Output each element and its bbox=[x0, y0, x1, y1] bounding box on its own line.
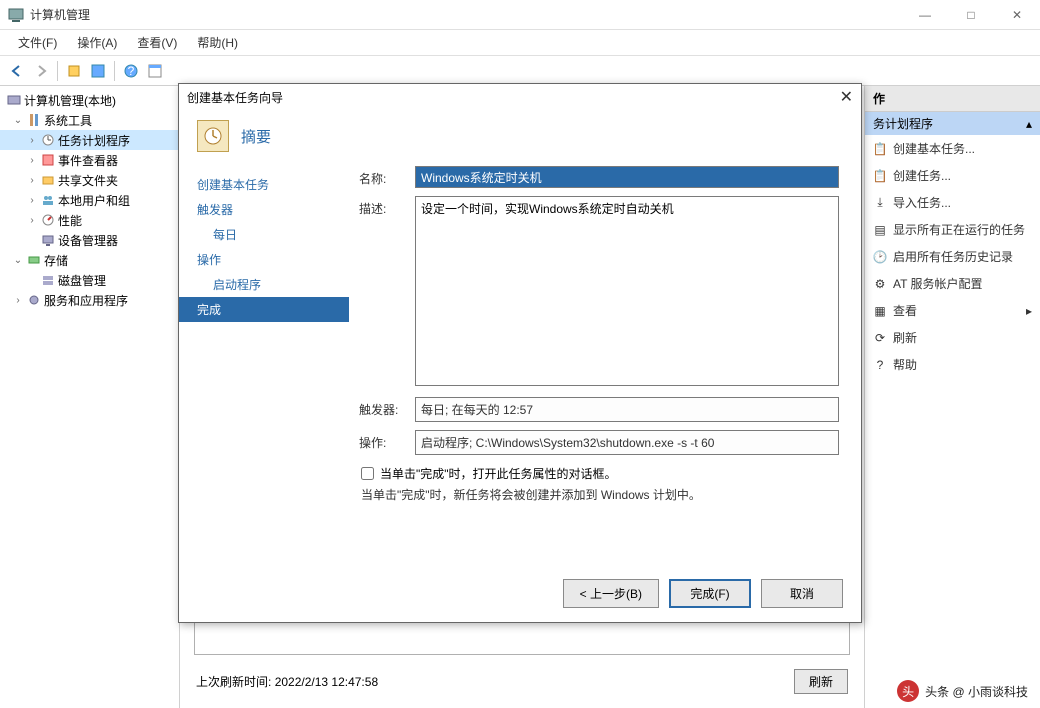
menu-help[interactable]: 帮助(H) bbox=[187, 30, 248, 55]
action-import[interactable]: ⤓导入任务... bbox=[865, 189, 1040, 216]
tree-event-viewer[interactable]: ›事件查看器 bbox=[0, 150, 179, 170]
nav-tree: 计算机管理(本地) ⌄系统工具 ›任务计划程序 ›事件查看器 ›共享文件夹 ›本… bbox=[0, 86, 180, 708]
task-icon: 📋 bbox=[873, 142, 887, 156]
collapse-icon[interactable]: ▴ bbox=[1026, 117, 1032, 131]
nav-create-basic[interactable]: 创建基本任务 bbox=[179, 172, 349, 197]
tree-storage[interactable]: ⌄存储 bbox=[0, 250, 179, 270]
dialog-heading: 摘要 bbox=[241, 126, 271, 147]
watermark-icon: 头 bbox=[897, 680, 919, 702]
list-icon[interactable] bbox=[87, 60, 109, 82]
dialog-title: 创建基本任务向导 bbox=[187, 89, 840, 106]
menu-file[interactable]: 文件(F) bbox=[8, 30, 67, 55]
cancel-button[interactable]: 取消 bbox=[761, 579, 843, 608]
action-show-running[interactable]: ▤显示所有正在运行的任务 bbox=[865, 216, 1040, 243]
tree-root[interactable]: 计算机管理(本地) bbox=[0, 90, 179, 110]
tree-local-users[interactable]: ›本地用户和组 bbox=[0, 190, 179, 210]
help-icon: ? bbox=[873, 358, 887, 372]
back-icon[interactable] bbox=[6, 60, 28, 82]
list-icon: ▤ bbox=[873, 223, 887, 237]
view-icon: ▦ bbox=[873, 304, 887, 318]
history-icon: 🕑 bbox=[873, 250, 887, 264]
nav-start-program[interactable]: 启动程序 bbox=[179, 272, 349, 297]
refresh-icon: ⟳ bbox=[873, 331, 887, 345]
summary-icon bbox=[197, 120, 229, 152]
label-desc: 描述: bbox=[359, 196, 405, 217]
menu-view[interactable]: 查看(V) bbox=[127, 30, 187, 55]
refresh-button[interactable]: 刷新 bbox=[794, 669, 848, 694]
titlebar: 计算机管理 — □ ✕ bbox=[0, 0, 1040, 30]
menubar: 文件(F) 操作(A) 查看(V) 帮助(H) bbox=[0, 30, 1040, 56]
wizard-dialog: 创建基本任务向导 ✕ 摘要 创建基本任务 触发器 每日 操作 启动程序 完成 名… bbox=[178, 83, 862, 623]
up-icon[interactable] bbox=[63, 60, 85, 82]
import-icon: ⤓ bbox=[873, 196, 887, 210]
help-icon[interactable]: ? bbox=[120, 60, 142, 82]
open-props-checkbox[interactable] bbox=[361, 467, 374, 480]
label-name: 名称: bbox=[359, 166, 405, 187]
action-enable-history[interactable]: 🕑启用所有任务历史记录 bbox=[865, 243, 1040, 270]
action-field: 启动程序; C:\Windows\System32\shutdown.exe -… bbox=[415, 430, 839, 455]
tree-performance[interactable]: ›性能 bbox=[0, 210, 179, 230]
tree-disk-management[interactable]: 磁盘管理 bbox=[0, 270, 179, 290]
last-refresh-text: 上次刷新时间: 2022/2/13 12:47:58 bbox=[196, 673, 378, 690]
tree-system-tools[interactable]: ⌄系统工具 bbox=[0, 110, 179, 130]
chevron-right-icon: ▸ bbox=[1026, 304, 1032, 318]
gear-icon: ⚙ bbox=[873, 277, 887, 291]
actions-header: 作 bbox=[865, 86, 1040, 112]
tree-device-manager[interactable]: 设备管理器 bbox=[0, 230, 179, 250]
svg-text:?: ? bbox=[128, 64, 135, 78]
app-icon bbox=[8, 7, 24, 23]
forward-icon[interactable] bbox=[30, 60, 52, 82]
action-help[interactable]: ?帮助 bbox=[865, 351, 1040, 378]
desc-input[interactable]: 设定一个时间，实现Windows系统定时自动关机 bbox=[415, 196, 839, 386]
close-button[interactable]: ✕ bbox=[994, 0, 1040, 30]
dialog-close-icon[interactable]: ✕ bbox=[840, 87, 853, 107]
tree-task-scheduler[interactable]: ›任务计划程序 bbox=[0, 130, 179, 150]
tree-shared-folders[interactable]: ›共享文件夹 bbox=[0, 170, 179, 190]
tree-services-apps[interactable]: ›服务和应用程序 bbox=[0, 290, 179, 310]
action-at-service[interactable]: ⚙AT 服务帐户配置 bbox=[865, 270, 1040, 297]
wizard-nav: 创建基本任务 触发器 每日 操作 启动程序 完成 bbox=[179, 166, 349, 571]
actions-pane: 作 务计划程序▴ 📋创建基本任务... 📋创建任务... ⤓导入任务... ▤显… bbox=[865, 86, 1040, 708]
nav-trigger[interactable]: 触发器 bbox=[179, 197, 349, 222]
nav-action[interactable]: 操作 bbox=[179, 247, 349, 272]
nav-daily[interactable]: 每日 bbox=[179, 222, 349, 247]
nav-finish[interactable]: 完成 bbox=[179, 297, 349, 322]
toolbar: ? bbox=[0, 56, 1040, 86]
task-icon: 📋 bbox=[873, 169, 887, 183]
label-action: 操作: bbox=[359, 430, 405, 451]
minimize-button[interactable]: — bbox=[902, 0, 948, 30]
window-title: 计算机管理 bbox=[30, 6, 902, 23]
menu-action[interactable]: 操作(A) bbox=[67, 30, 127, 55]
back-button[interactable]: < 上一步(B) bbox=[563, 579, 659, 608]
action-refresh[interactable]: ⟳刷新 bbox=[865, 324, 1040, 351]
action-view[interactable]: ▦查看▸ bbox=[865, 297, 1040, 324]
finish-note: 当单击"完成"时，新任务将会被创建并添加到 Windows 计划中。 bbox=[359, 486, 839, 503]
name-input[interactable] bbox=[415, 166, 839, 188]
label-trigger: 触发器: bbox=[359, 397, 405, 418]
action-create-basic[interactable]: 📋创建基本任务... bbox=[865, 135, 1040, 162]
finish-button[interactable]: 完成(F) bbox=[669, 579, 751, 608]
checkbox-label: 当单击"完成"时，打开此任务属性的对话框。 bbox=[380, 465, 617, 482]
actions-group: 务计划程序▴ bbox=[865, 112, 1040, 135]
maximize-button[interactable]: □ bbox=[948, 0, 994, 30]
trigger-field: 每日; 在每天的 12:57 bbox=[415, 397, 839, 422]
props-icon[interactable] bbox=[144, 60, 166, 82]
watermark: 头 头条 @ 小雨谈科技 bbox=[897, 680, 1028, 702]
action-create[interactable]: 📋创建任务... bbox=[865, 162, 1040, 189]
